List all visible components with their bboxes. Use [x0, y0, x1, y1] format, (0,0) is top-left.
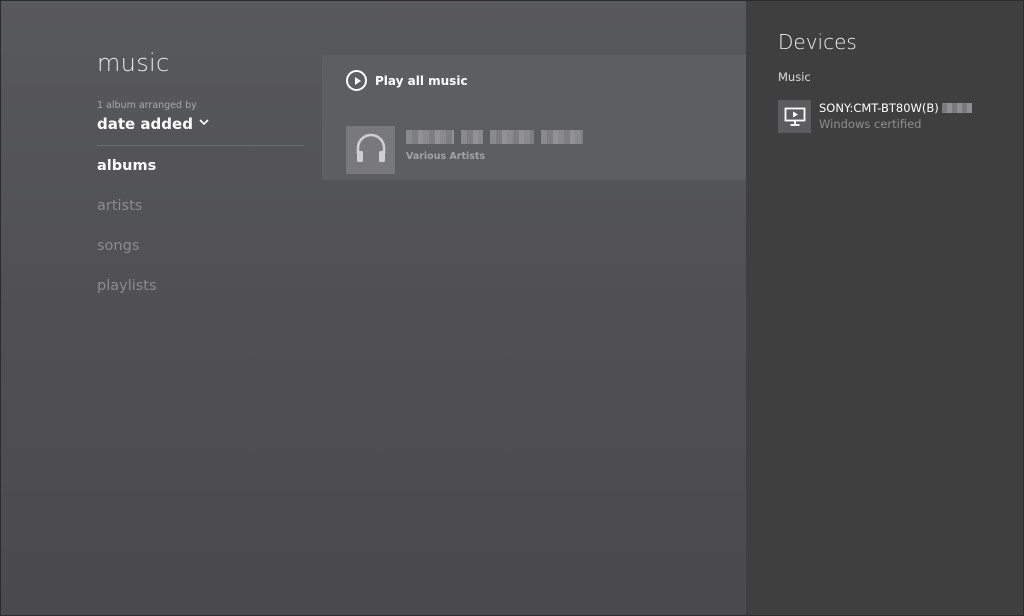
nav-divider — [97, 145, 304, 146]
sort-caption: 1 album arranged by — [97, 100, 197, 111]
nav-item-albums[interactable]: albums — [97, 158, 156, 174]
monitor-play-icon — [778, 100, 811, 133]
device-name: SONY:CMT-BT80W(B) — [819, 101, 939, 115]
nav-item-playlists[interactable]: playlists — [97, 278, 157, 294]
device-item[interactable]: SONY:CMT-BT80W(B) Windows certified — [778, 100, 972, 133]
sort-selected-label: date added — [97, 115, 193, 133]
nav-item-artists[interactable]: artists — [97, 198, 142, 214]
play-all-button[interactable]: Play all music — [346, 70, 468, 91]
page-title: music — [97, 49, 170, 77]
headphones-icon — [354, 132, 388, 168]
play-circle-icon — [346, 70, 367, 91]
devices-charm-pane: Devices Music SONY:CMT-BT80W(B) Windows … — [746, 0, 1024, 616]
album-tile[interactable]: Various Artists — [346, 126, 583, 174]
music-app-window: music 1 album arranged by date added alb… — [0, 0, 1024, 616]
albums-panel: Play all music Various Artists — [322, 55, 748, 180]
album-title-redacted — [406, 130, 583, 144]
device-status: Windows certified — [819, 117, 922, 131]
play-all-label: Play all music — [375, 73, 468, 88]
device-name-redacted — [941, 103, 972, 113]
devices-section-label: Music — [778, 70, 811, 84]
chevron-down-icon — [199, 118, 209, 129]
nav-item-songs[interactable]: songs — [97, 238, 139, 254]
devices-title: Devices — [778, 30, 857, 54]
album-art — [346, 126, 395, 174]
album-artist: Various Artists — [406, 151, 486, 162]
sort-dropdown[interactable]: date added — [97, 115, 209, 133]
